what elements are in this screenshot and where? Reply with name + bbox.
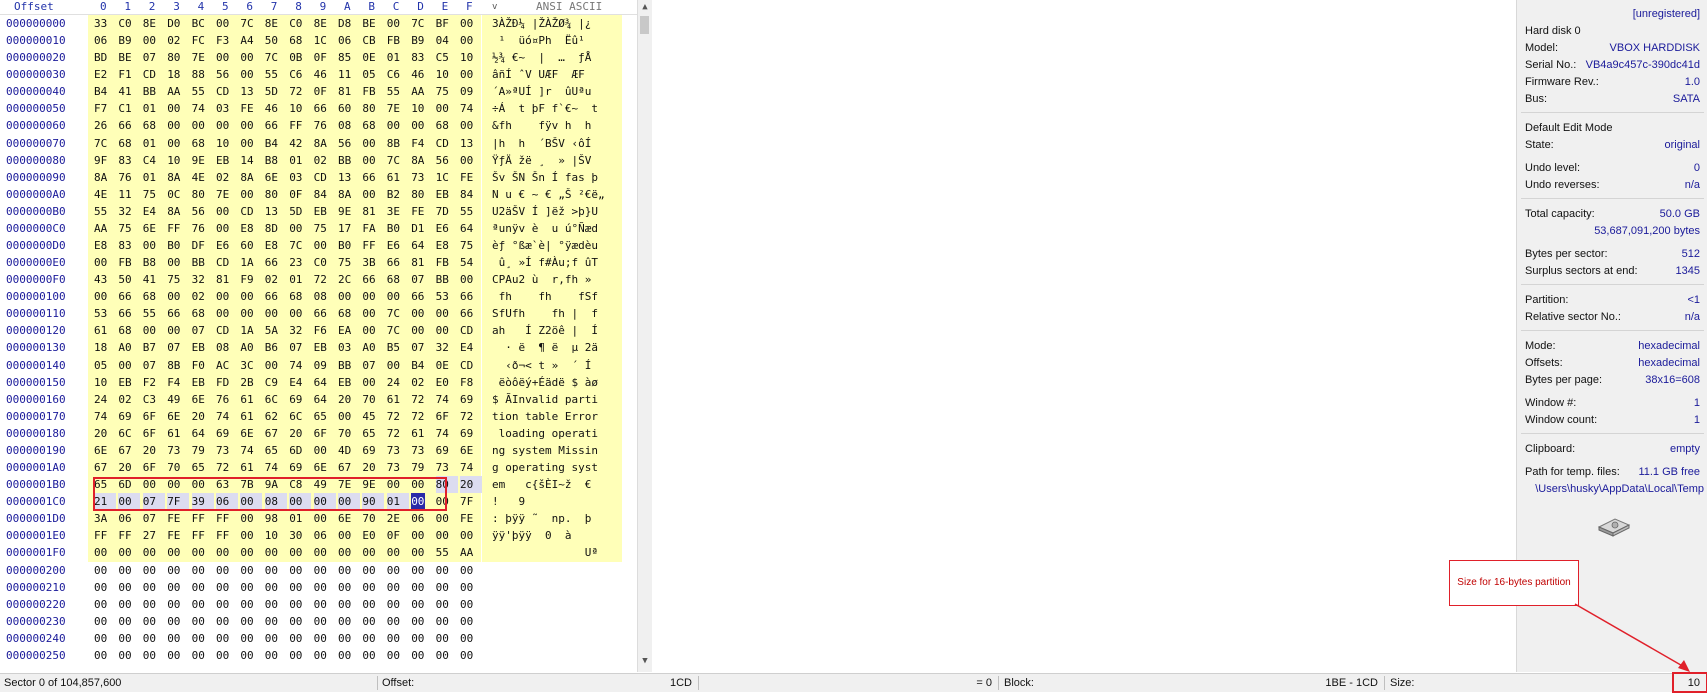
offset-value: 1CD — [669, 677, 692, 689]
offset-label: Offset: — [382, 677, 415, 689]
annotation-arrow — [1574, 603, 1690, 672]
block-value: 1BE - 1CD — [1325, 677, 1378, 689]
size-label: Size: — [1390, 677, 1415, 689]
sector-info: Sector 0 of 104,857,600 — [4, 677, 122, 689]
block-label: Block: — [1004, 677, 1034, 689]
size-value-highlight — [1672, 672, 1707, 693]
offset-decimal-value: = 0 — [976, 677, 992, 689]
status-bar: Sector 0 of 104,857,600 Offset: 1CD = 0 … — [0, 673, 1707, 692]
